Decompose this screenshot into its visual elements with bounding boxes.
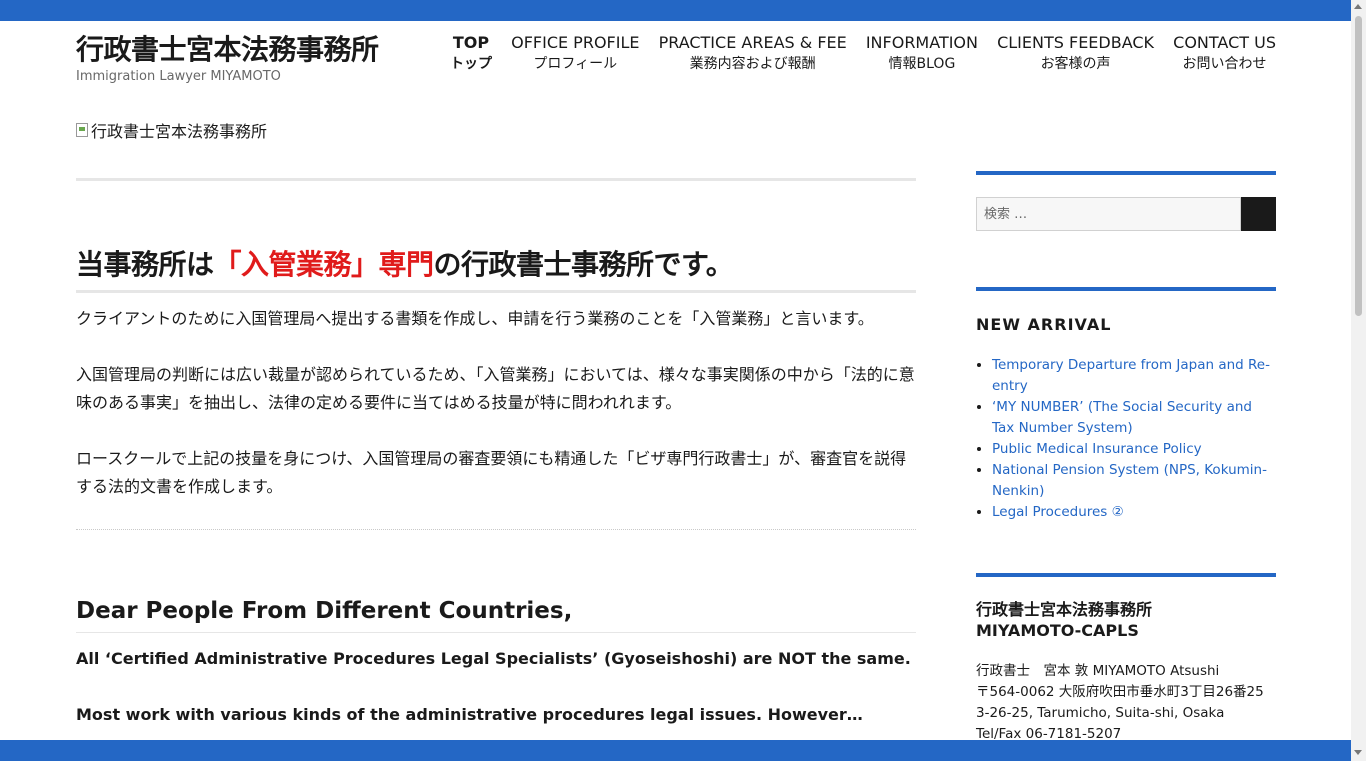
office-title-jp: 行政書士宮本法務事務所 [976, 600, 1153, 619]
header-image[interactable]: 行政書士宮本法務事務所 [76, 118, 267, 142]
list-item: Temporary Departure from Japan and Re-en… [992, 355, 1276, 397]
entry-title-highlight: 「入管業務」専門 [213, 248, 435, 281]
nav-label-en: PRACTICE AREAS & FEE [658, 33, 847, 52]
list-item: ‘MY NUMBER’ (The Social Security and Tax… [992, 397, 1276, 439]
list-item: National Pension System (NPS, Kokumin-Ne… [992, 460, 1276, 502]
search-widget-divider [976, 171, 1276, 175]
sidebar: NEW ARRIVAL Temporary Departure from Jap… [976, 171, 1276, 745]
dotted-divider [76, 529, 916, 530]
new-arrival-link[interactable]: Public Medical Insurance Policy [992, 441, 1202, 457]
nav-item-practice-areas[interactable]: PRACTICE AREAS & FEE 業務内容および報酬 [659, 33, 847, 75]
content-top-divider [76, 178, 916, 181]
nav-label-en: TOP [452, 33, 490, 52]
top-accent-bar [0, 0, 1351, 21]
office-address-jp: 〒564-0062 大阪府吹田市垂水町3丁目26番25 [976, 684, 1264, 700]
list-item: Public Medical Insurance Policy [992, 439, 1276, 460]
main-navigation: TOP トップ OFFICE PROFILE プロフィール PRACTICE A… [450, 33, 1276, 75]
intro-paragraph-3: ロースクールで上記の技量を身につけ、入国管理局の審査要領にも精通した「ビザ専門行… [76, 449, 907, 496]
broken-image-icon [76, 123, 88, 137]
office-info-widget: 行政書士宮本法務事務所 MIYAMOTO-CAPLS 行政書士 宮本 敦 MIY… [976, 573, 1276, 745]
nav-item-information[interactable]: INFORMATION 情報BLOG [866, 33, 978, 75]
search-form [976, 197, 1276, 231]
new-arrival-divider [976, 287, 1276, 291]
nav-label-jp: 業務内容および報酬 [689, 56, 816, 72]
nav-label-en: CONTACT US [1173, 33, 1276, 52]
new-arrival-link[interactable]: ‘MY NUMBER’ (The Social Security and Tax… [992, 399, 1252, 436]
header-image-alt-text: 行政書士宮本法務事務所 [91, 122, 268, 141]
nav-item-clients-feedback[interactable]: CLIENTS FEEDBACK お客様の声 [997, 33, 1154, 75]
nav-label-en: CLIENTS FEEDBACK [997, 33, 1155, 52]
new-arrival-list: Temporary Departure from Japan and Re-en… [976, 355, 1276, 523]
nav-label-jp: お問い合わせ [1182, 56, 1267, 72]
office-info: 行政書士 宮本 敦 MIYAMOTO Atsushi 〒564-0062 大阪府… [976, 661, 1276, 745]
scroll-down-arrow-icon[interactable] [1354, 750, 1362, 755]
bottom-accent-bar [0, 740, 1351, 761]
nav-item-office-profile[interactable]: OFFICE PROFILE プロフィール [511, 33, 639, 75]
new-arrival-link[interactable]: Legal Procedures ② [992, 504, 1124, 520]
bold-paragraph-1: All ‘Certified Administrative Procedures… [76, 649, 911, 668]
site-description: Immigration Lawyer MIYAMOTO [76, 69, 281, 84]
nav-item-contact-us[interactable]: CONTACT US お問い合わせ [1173, 33, 1276, 75]
office-address-en: 3-26-25, Tarumicho, Suita-shi, Osaka [976, 705, 1225, 721]
nav-label-jp: トップ [450, 56, 492, 72]
new-arrival-widget: NEW ARRIVAL Temporary Departure from Jap… [976, 287, 1276, 523]
entry-title-part1: 当事務所は [76, 248, 214, 281]
nav-item-top[interactable]: TOP トップ [450, 33, 492, 75]
search-button[interactable] [1241, 197, 1276, 231]
intro-paragraph-2: 入国管理局の判断には広い裁量が認められているため、「入管業務」においては、様々な… [76, 365, 915, 412]
entry-title-part2: の行政書士事務所です。 [433, 248, 734, 281]
nav-label-en: OFFICE PROFILE [511, 33, 640, 52]
page-scrollbar[interactable] [1351, 0, 1366, 761]
office-info-divider [976, 573, 1276, 577]
site-title[interactable]: 行政書士宮本法務事務所 [76, 28, 379, 68]
nav-label-jp: プロフィール [533, 56, 618, 72]
main-content: 当事務所は「入管業務」専門の行政書士事務所です。 クライアントのために入国管理局… [76, 178, 916, 729]
nav-label-jp: 情報BLOG [888, 56, 956, 72]
section-title: Dear People From Different Countries, [76, 596, 916, 633]
new-arrival-link[interactable]: Temporary Departure from Japan and Re-en… [992, 357, 1270, 394]
search-input[interactable] [976, 197, 1241, 231]
list-item: Legal Procedures ② [992, 502, 1276, 523]
bold-paragraph-2: Most work with various kinds of the admi… [76, 705, 863, 724]
office-representative: 行政書士 宮本 敦 MIYAMOTO Atsushi [976, 663, 1220, 679]
scroll-up-arrow-icon[interactable] [1354, 4, 1362, 9]
scroll-thumb[interactable] [1355, 16, 1362, 316]
office-title-en: MIYAMOTO-CAPLS [976, 621, 1139, 640]
new-arrival-link[interactable]: National Pension System (NPS, Kokumin-Ne… [992, 462, 1267, 499]
new-arrival-title: NEW ARRIVAL [976, 315, 1112, 334]
office-title: 行政書士宮本法務事務所 MIYAMOTO-CAPLS [976, 599, 1276, 641]
entry-title: 当事務所は「入管業務」専門の行政書士事務所です。 [76, 246, 916, 293]
nav-label-jp: お客様の声 [1040, 56, 1111, 72]
nav-label-en: INFORMATION [865, 33, 978, 52]
intro-paragraph-1: クライアントのために入国管理局へ提出する書類を作成し、申請を行う業務のことを「入… [76, 309, 874, 328]
